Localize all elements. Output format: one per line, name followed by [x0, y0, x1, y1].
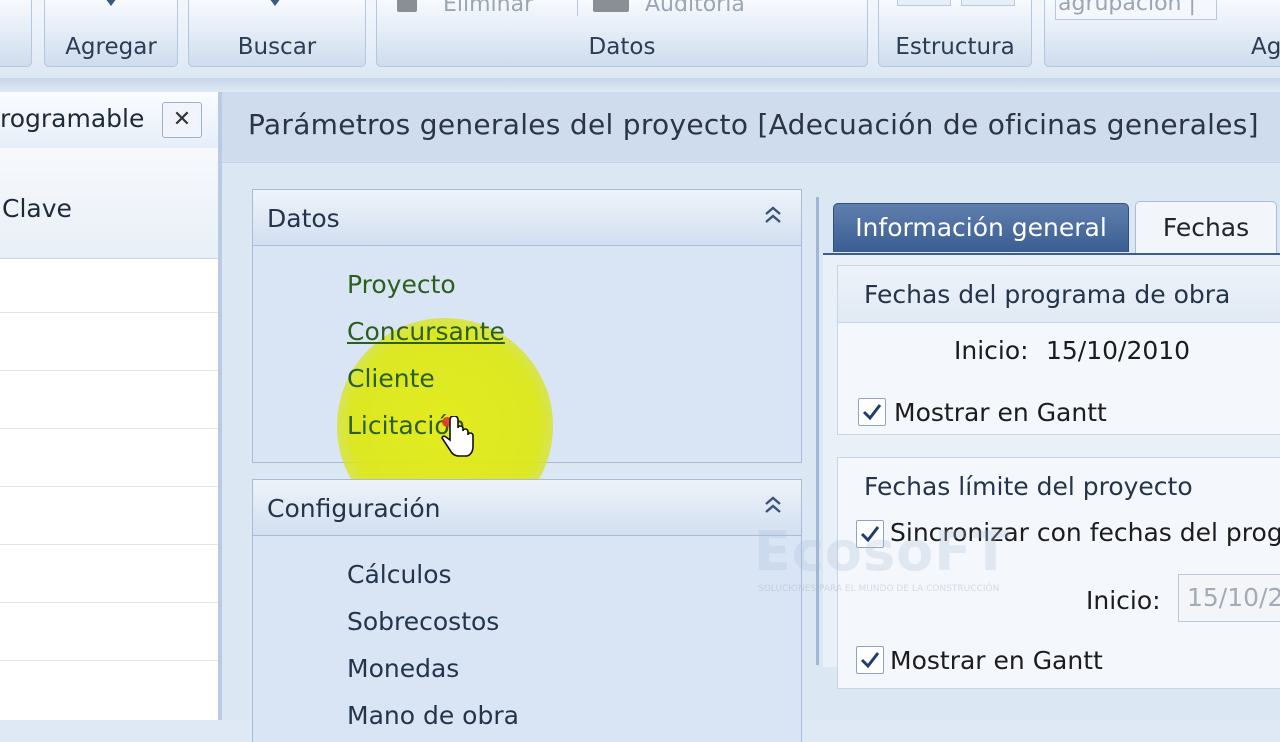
grid-row-divider [0, 428, 218, 429]
nav-link-proyecto[interactable]: Proyecto [347, 270, 456, 299]
audit-icon[interactable] [593, 0, 629, 12]
nav-group-title: Datos [267, 204, 340, 233]
ribbon-group-estructura: Estructura [878, 0, 1032, 67]
dialog-title: Parámetros generales del proyecto [Adecu… [248, 108, 1259, 141]
mostrar-gantt-checkbox[interactable] [858, 398, 886, 426]
document-tab[interactable]: rogramable ✕ [0, 92, 218, 149]
ribbon-group-buscar[interactable]: Buscar [188, 0, 366, 67]
ribbon-group-label: Buscar [237, 34, 317, 60]
mostrar-gantt-label: Mostrar en Gantt [894, 398, 1107, 427]
dialog-body: Datos Proyecto Concursante Cliente Licit… [222, 162, 1280, 742]
inicio-label: Inicio: [954, 336, 1029, 365]
eliminar-button[interactable]: Eliminar [443, 0, 533, 17]
nav-group-header[interactable]: Datos [253, 190, 801, 246]
section-title: Fechas límite del proyecto [864, 472, 1193, 501]
ribbon: Agregar Buscar Eliminar Auditoría Datos … [0, 0, 1280, 79]
tab-informacion-general[interactable]: Información general [833, 203, 1129, 252]
auditoria-button[interactable]: Auditoría [645, 0, 745, 17]
ribbon-group-partial-left [0, 0, 32, 67]
watermark-tagline: SOLUCIONES PARA EL MUNDO DE LA CONSTRUCC… [758, 584, 1000, 594]
checkmark-icon [862, 404, 882, 421]
collapse-icon[interactable] [763, 494, 783, 521]
grid-row-divider [0, 602, 218, 603]
nav-link-concursante[interactable]: Concursante [347, 317, 505, 346]
nav-group-title: Configuración [267, 494, 441, 523]
section-title: Fechas del programa de obra [864, 280, 1231, 309]
inicio-value[interactable]: 15/10/2010 [1046, 336, 1190, 365]
limite-inicio-label: Inicio: [1086, 586, 1161, 615]
limite-mostrar-gantt-label: Mostrar en Gantt [890, 646, 1103, 675]
column-header-clave: Clave [2, 194, 72, 223]
delete-icon[interactable] [397, 0, 417, 12]
collapse-icon[interactable] [763, 204, 783, 231]
project-parameters-dialog: Parámetros generales del proyecto [Adecu… [218, 92, 1280, 742]
section-header: Fechas del programa de obra [838, 266, 1280, 323]
nav-link-calculos[interactable]: Cálculos [347, 560, 452, 589]
document-tab-title: rogramable [0, 104, 145, 133]
limite-mostrar-gantt-checkbox[interactable] [856, 646, 884, 674]
left-panel: rogramable ✕ Clave [0, 92, 219, 720]
section-header: Fechas límite del proyecto [838, 458, 1280, 508]
tab-content: Fechas del programa de obra Inicio: 15/1… [823, 253, 1280, 689]
ribbon-group-label: Agregar [65, 34, 157, 60]
grid-column-header[interactable]: Clave [0, 148, 218, 259]
close-icon[interactable]: ✕ [162, 102, 202, 138]
nav-group-datos: Datos Proyecto Concursante Cliente Licit… [252, 189, 802, 534]
grid-row-divider [0, 544, 218, 545]
structure-icon[interactable] [897, 0, 951, 6]
nav-link-mano-de-obra[interactable]: Mano de obra [347, 701, 519, 730]
hand-cursor-icon [441, 416, 474, 457]
grid-row-divider [0, 312, 218, 313]
ribbon-group-label: Datos [588, 34, 656, 60]
ribbon-bottom-strip [0, 78, 1280, 93]
checkmark-icon [860, 652, 880, 669]
chevron-down-icon [269, 0, 281, 6]
separator [577, 0, 578, 16]
ribbon-group-agrupacion: agrupación | Ag [1044, 0, 1280, 67]
nav-group-configuracion: Configuración Cálculos Sobrecostos Moned… [252, 479, 802, 742]
section-programa-obra: Fechas del programa de obra Inicio: 15/1… [837, 265, 1280, 435]
grid-row-divider [0, 486, 218, 487]
grid-row-divider [0, 660, 218, 661]
tab-area: Información general Fechas Fechas del pr… [816, 197, 1280, 689]
agrupacion-dropdown[interactable]: agrupación | [1055, 0, 1217, 20]
grid-row-divider [0, 370, 218, 371]
ribbon-group-agregar[interactable]: Agregar [44, 0, 178, 67]
nav-link-monedas[interactable]: Monedas [347, 654, 459, 683]
nav-group-header[interactable]: Configuración [253, 480, 801, 536]
limite-inicio-input[interactable]: 15/10/2 [1178, 574, 1280, 622]
nav-link-sobrecostos[interactable]: Sobrecostos [347, 607, 499, 636]
tab-fechas[interactable]: Fechas [1135, 201, 1277, 254]
nav-link-cliente[interactable]: Cliente [347, 364, 435, 393]
agrupacion-text: agrupación | [1058, 0, 1196, 16]
chevron-down-icon [105, 0, 117, 6]
watermark-logo: EcosoFT [754, 520, 1010, 583]
ribbon-group-datos: Eliminar Auditoría Datos [376, 0, 868, 67]
structure-icon[interactable] [961, 0, 1015, 6]
ribbon-group-label: Ag [1251, 34, 1280, 60]
ribbon-group-label: Estructura [895, 34, 1015, 60]
